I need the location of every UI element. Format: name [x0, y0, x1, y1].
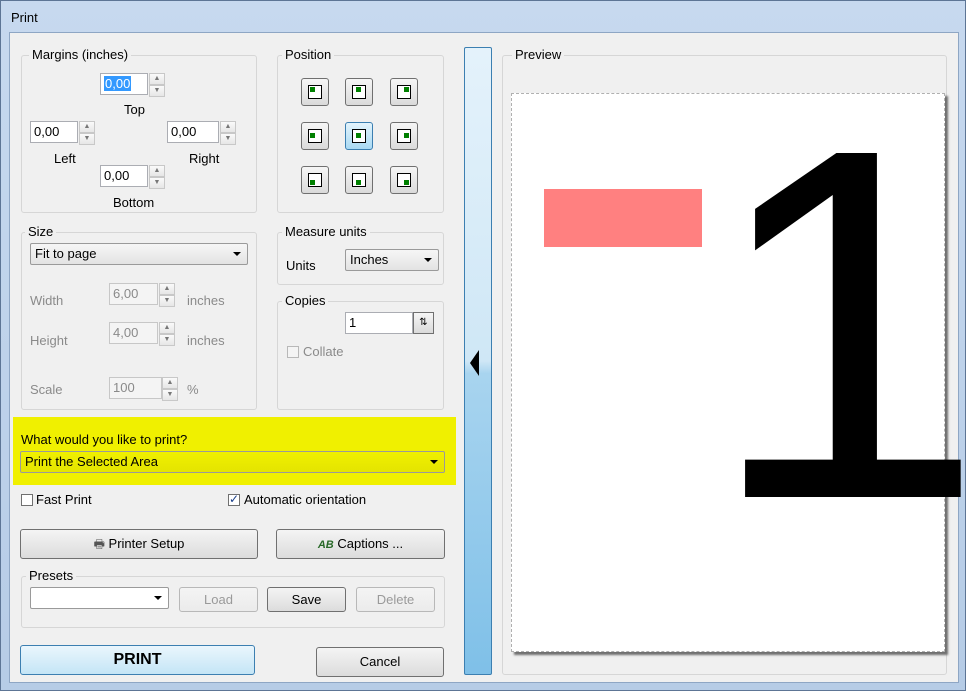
captions-label: Captions ... [337, 536, 404, 551]
dialog-client-area: Margins (inches) 0,00 ▲ ▼ Top 0,00 ▲ ▼ Lef… [9, 32, 966, 683]
position-top-right-button[interactable] [390, 78, 418, 106]
preview-selected-area [544, 189, 702, 247]
height-arrows[interactable]: ▲ ▼ [159, 322, 175, 346]
size-group-label: Size [25, 224, 57, 239]
save-button[interactable]: Save [267, 587, 346, 612]
size-mode-select[interactable]: Fit to page [30, 243, 248, 265]
margin-bottom-spinner[interactable]: 0,00 ▲ ▼ [100, 165, 166, 189]
preview-label: Preview [512, 47, 565, 62]
fast-print-label: Fast Print [36, 492, 92, 507]
spin-arrows-icon[interactable]: ⇅ [413, 312, 434, 334]
position-group-label: Position [282, 47, 335, 62]
margins-group-label: Margins (inches) [29, 47, 132, 62]
width-arrows[interactable]: ▲ ▼ [159, 283, 175, 307]
scale-arrows[interactable]: ▲ ▼ [162, 377, 178, 401]
captions-icon: AB [317, 539, 334, 551]
printer-setup-button[interactable]: 🖶 Printer Setup [20, 529, 258, 559]
height-unit: inches [187, 333, 225, 348]
height-spinner[interactable]: 4,00 ▲ ▼ [109, 322, 177, 346]
print-dialog-window: Print Margins (inches) 0,00 ▲ ▼ Top 0,00 … [0, 0, 966, 691]
scale-unit: % [187, 382, 199, 397]
cancel-button[interactable]: Cancel [316, 647, 444, 677]
window-title: Print [11, 10, 38, 25]
units-select[interactable]: Inches [345, 249, 439, 271]
position-middle-left-button[interactable] [301, 122, 329, 150]
margin-bottom-arrows[interactable]: ▲ ▼ [149, 165, 165, 189]
chevron-down-icon [233, 252, 241, 256]
margin-left-arrows[interactable]: ▲ ▼ [79, 121, 95, 145]
margin-top-arrows[interactable]: ▲ ▼ [149, 73, 165, 97]
height-input[interactable]: 4,00 [109, 322, 158, 344]
margin-right-label: Right [189, 151, 220, 166]
position-bottom-left-button[interactable] [301, 166, 329, 194]
fast-print-checkbox[interactable] [21, 494, 33, 506]
chevron-down-icon [430, 460, 438, 464]
page-icon [397, 85, 411, 99]
position-top-left-button[interactable] [301, 78, 329, 106]
printer-icon: 🖶 [93, 537, 105, 551]
page-icon [352, 173, 366, 187]
copies-label: Copies [282, 293, 329, 308]
page-icon [397, 129, 411, 143]
print-what-select[interactable]: Print the Selected Area [20, 451, 445, 473]
margin-top-spinner[interactable]: 0,00 ▲ ▼ [100, 73, 166, 97]
size-mode-value: Fit to page [35, 246, 97, 261]
printer-setup-label: Printer Setup [108, 536, 185, 551]
chevron-down-icon [154, 596, 162, 600]
margin-left-spinner[interactable]: 0,00 ▲ ▼ [30, 121, 96, 145]
presets-label: Presets [26, 568, 77, 583]
height-label: Height [30, 333, 68, 348]
auto-orientation-checkbox[interactable]: ✓ [228, 492, 240, 506]
page-icon [308, 129, 322, 143]
presets-select[interactable] [30, 587, 169, 609]
title-bar: Print [1, 1, 965, 31]
print-what-question: What would you like to print? [21, 432, 188, 447]
page-icon [397, 173, 411, 187]
scale-label: Scale [30, 382, 63, 397]
checkmark-icon: ✓ [229, 492, 240, 506]
margin-right-input[interactable]: 0,00 [167, 121, 219, 143]
position-top-center-button[interactable] [345, 78, 373, 106]
position-center-button[interactable] [345, 122, 373, 150]
width-unit: inches [187, 293, 225, 308]
chevron-down-icon [424, 258, 432, 262]
scale-spinner[interactable]: 100 ▲ ▼ [109, 377, 179, 401]
print-what-value: Print the Selected Area [25, 454, 158, 469]
width-spinner[interactable]: 6,00 ▲ ▼ [109, 283, 177, 307]
margin-right-arrows[interactable]: ▲ ▼ [220, 121, 236, 145]
page-icon [308, 173, 322, 187]
collate-label: Collate [303, 344, 344, 359]
units-label: Units [286, 258, 316, 273]
collate-checkbox[interactable] [287, 346, 299, 358]
width-label: Width [30, 293, 64, 308]
delete-button[interactable]: Delete [356, 587, 435, 612]
margin-bottom-label: Bottom [113, 195, 155, 210]
page-icon [352, 85, 366, 99]
auto-orientation-label: Automatic orientation [244, 492, 367, 507]
position-bottom-right-button[interactable] [390, 166, 418, 194]
load-button[interactable]: Load [179, 587, 258, 612]
page-icon [352, 129, 366, 143]
preview-glyph: 1 [707, 44, 966, 603]
units-value: Inches [350, 252, 389, 267]
width-input[interactable]: 6,00 [109, 283, 158, 305]
position-middle-right-button[interactable] [390, 122, 418, 150]
margin-bottom-input[interactable]: 0,00 [100, 165, 148, 187]
margin-top-label: Top [124, 102, 145, 117]
margin-left-input[interactable]: 0,00 [30, 121, 78, 143]
margin-top-input[interactable]: 0,00 [100, 73, 148, 95]
scale-input[interactable]: 100 [109, 377, 162, 399]
margin-left-label: Left [54, 151, 76, 166]
print-button[interactable]: PRINT [20, 645, 255, 675]
preview-page: 1 [511, 74, 966, 652]
page-icon [308, 85, 322, 99]
copies-spinner[interactable]: 1 ⇅ [345, 312, 435, 334]
collapse-arrow-icon [470, 350, 479, 376]
measure-units-label: Measure units [282, 224, 370, 239]
captions-button[interactable]: AB Captions ... [276, 529, 445, 559]
position-bottom-center-button[interactable] [345, 166, 373, 194]
margin-right-spinner[interactable]: 0,00 ▲ ▼ [167, 121, 237, 145]
copies-input[interactable]: 1 [345, 312, 413, 334]
preview-collapse-bar[interactable] [464, 47, 492, 675]
